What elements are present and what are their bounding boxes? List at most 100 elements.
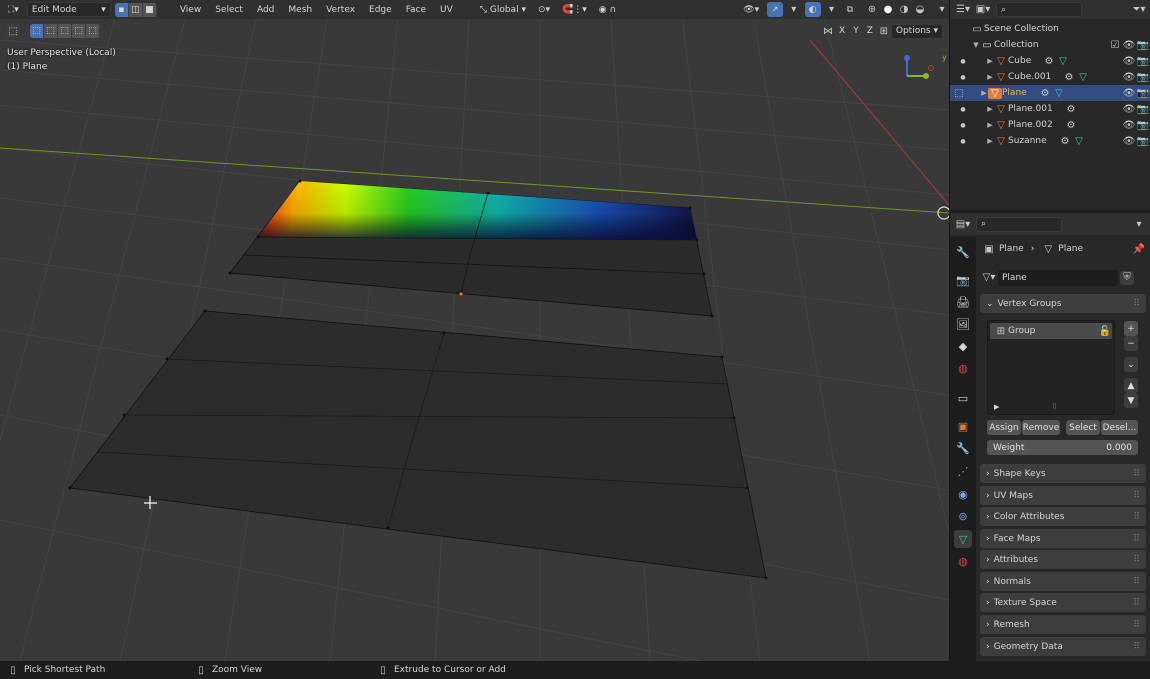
outliner-item-plane-002[interactable]: ● ▶ ▽ Plane.002 ⚙ 👁 📷 — [950, 117, 1150, 133]
subtract-selection-icon[interactable]: ⬚ — [58, 24, 72, 38]
outliner-item-plane[interactable]: ⬚ ▶ ▽ Plane ⚙ ▽ 👁 📷 — [950, 85, 1150, 101]
tool-tab-icon[interactable]: 🔧 — [954, 243, 972, 261]
geometry-data-panel-header[interactable]: › Geometry Data ⠿ — [980, 637, 1146, 656]
normals-panel-header[interactable]: › Normals ⠿ — [980, 572, 1146, 591]
eye-icon[interactable]: 👁 — [1122, 54, 1136, 68]
fake-user-icon[interactable]: ⛨ — [1120, 270, 1134, 285]
camera-icon[interactable]: 📷 — [1136, 54, 1150, 68]
vertex-groups-panel-header[interactable]: ⌄ Vertex Groups ⠿ — [980, 294, 1146, 313]
chevron-down-icon[interactable]: ▾ — [1132, 217, 1146, 231]
rendered-shading-icon[interactable]: ◒ — [913, 3, 927, 17]
chevron-down-icon[interactable]: ▾ — [825, 3, 839, 17]
editor-type-icon[interactable]: ☰▾ — [956, 3, 970, 17]
camera-icon[interactable]: 📷 — [1136, 70, 1150, 84]
viewport-canvas[interactable] — [0, 0, 949, 661]
outliner-item-cube-001[interactable]: ● ▶ ▽ Cube.001 ⚙ ▽ 👁 📷 — [950, 69, 1150, 85]
properties-search-input[interactable]: ⌕ — [976, 216, 1062, 232]
mode-dropdown[interactable]: Edit Mode ▾ — [26, 2, 111, 17]
upper-plane-mesh[interactable] — [228, 179, 714, 318]
texture-space-panel-header[interactable]: › Texture Space ⠿ — [980, 593, 1146, 612]
expand-arrow-icon[interactable]: ▶ — [994, 403, 999, 411]
editor-type-icon[interactable]: ▤▾ — [956, 217, 970, 231]
filter-icon[interactable]: ⏷▾ — [1132, 3, 1146, 17]
particles-tab-icon[interactable]: ⋰ — [954, 462, 972, 480]
move-up-button[interactable]: ▲ — [1124, 378, 1138, 393]
scene-collection-row[interactable]: ▭ Scene Collection — [950, 21, 1150, 37]
modifier-tab-icon[interactable]: 🔧 — [954, 439, 972, 457]
drag-handle-icon[interactable]: ⠿ — [1133, 299, 1140, 309]
proportional-edit-icon[interactable]: ◉ ∩ — [595, 2, 620, 17]
intersect-selection-icon[interactable]: ⬚ — [86, 24, 100, 38]
menu-select[interactable]: Select — [210, 2, 248, 17]
collection-tab-icon[interactable]: ▭ — [954, 389, 972, 407]
deselect-button[interactable]: Desel... — [1101, 420, 1138, 435]
snap-icon[interactable]: 🧲⋮▾ — [558, 2, 591, 17]
navigation-gizmo[interactable] — [904, 55, 934, 79]
resize-grip-icon[interactable]: ⠿ — [1052, 403, 1057, 411]
expand-arrow-icon[interactable]: ▶ — [986, 121, 994, 129]
eye-icon[interactable]: 👁 — [1122, 70, 1136, 84]
menu-vertex[interactable]: Vertex — [321, 2, 360, 17]
shape-keys-panel-header[interactable]: › Shape Keys ⠿ — [980, 464, 1146, 483]
camera-icon[interactable]: 📷 — [1136, 86, 1150, 100]
mirror-icon[interactable]: ⋈ — [821, 24, 835, 38]
expand-arrow-icon[interactable]: ▶ — [986, 105, 994, 113]
extend-selection-icon[interactable]: ⬚ — [44, 24, 58, 38]
assign-button[interactable]: Assign — [987, 420, 1021, 435]
expand-arrow-icon[interactable]: ▶ — [986, 57, 994, 65]
visibility-icon[interactable]: 👁▾ — [739, 2, 763, 17]
edge-select-icon[interactable]: ◫ — [128, 2, 143, 17]
xray-icon[interactable]: ⧉ — [843, 2, 857, 17]
face-select-icon[interactable]: ■ — [142, 2, 157, 17]
eye-icon[interactable]: 👁 — [1122, 38, 1136, 52]
menu-mesh[interactable]: Mesh — [283, 2, 317, 17]
checkbox-icon[interactable]: ☑ — [1108, 38, 1122, 52]
vertex-select-icon[interactable]: ▪ — [114, 2, 129, 17]
move-down-button[interactable]: ▼ — [1124, 393, 1138, 408]
pin-icon[interactable]: 📌 — [1132, 242, 1146, 256]
menu-uv[interactable]: UV — [435, 2, 458, 17]
specials-menu-button[interactable]: ⌄ — [1124, 357, 1138, 372]
select-box-tool-icon[interactable]: ⬚ — [6, 24, 20, 38]
outliner-item-plane-001[interactable]: ● ▶ ▽ Plane.001 ⚙ 👁 📷 — [950, 101, 1150, 117]
world-tab-icon[interactable]: ◍ — [954, 359, 972, 377]
edit-mode-icon[interactable]: ⬚ — [952, 86, 966, 100]
axis-x-toggle[interactable]: X — [835, 24, 849, 39]
vertex-group-item[interactable]: ⊞ Group 🔓 — [990, 323, 1112, 339]
eye-icon[interactable]: 👁 — [1122, 118, 1136, 132]
lower-plane-mesh[interactable] — [68, 309, 768, 580]
weight-slider[interactable]: Weight 0.000 — [987, 440, 1138, 455]
drag-handle-icon[interactable]: ⠿ — [1133, 534, 1140, 544]
drag-handle-icon[interactable]: ⠿ — [1133, 598, 1140, 608]
menu-add[interactable]: Add — [252, 2, 279, 17]
display-mode-icon[interactable]: ▣▾ — [976, 3, 990, 17]
drag-handle-icon[interactable]: ⠿ — [1133, 469, 1140, 479]
output-tab-icon[interactable]: 🖨 — [954, 293, 972, 311]
material-tab-icon[interactable]: ◍ — [954, 552, 972, 570]
lock-icon[interactable]: 🔓 — [1098, 324, 1112, 338]
mesh-browse-icon[interactable]: ▽▾ — [982, 271, 996, 285]
drag-handle-icon[interactable]: ⠿ — [1133, 512, 1140, 522]
menu-view[interactable]: View — [175, 2, 206, 17]
eye-icon[interactable]: 👁 — [1122, 134, 1136, 148]
collection-row[interactable]: ▼ ▭ Collection ☑ 👁 📷 — [950, 37, 1150, 53]
drag-handle-icon[interactable]: ⠿ — [1133, 620, 1140, 630]
gizmo-toggle-icon[interactable]: ↗ — [767, 2, 783, 17]
uv-maps-panel-header[interactable]: › UV Maps ⠿ — [980, 486, 1146, 505]
vertex-group-list[interactable]: ⊞ Group 🔓 ▶ ⠿ — [987, 320, 1115, 415]
axis-z-toggle[interactable]: Z — [863, 24, 877, 39]
object-tab-icon[interactable]: ▣ — [954, 417, 972, 435]
drag-handle-icon[interactable]: ⠿ — [1133, 642, 1140, 652]
camera-icon[interactable]: 📷 — [1136, 134, 1150, 148]
physics-tab-icon[interactable]: ◉ — [954, 485, 972, 503]
attributes-panel-header[interactable]: › Attributes ⠿ — [980, 550, 1146, 569]
outliner-item-suzanne[interactable]: ● ▶ ▽ Suzanne ⚙ ▽ 👁 📷 — [950, 133, 1150, 149]
mesh-name-field[interactable]: Plane — [998, 269, 1118, 286]
chevron-down-icon[interactable]: ▾ — [787, 3, 801, 17]
color-attributes-panel-header[interactable]: › Color Attributes ⠿ — [980, 507, 1146, 526]
chevron-down-icon[interactable]: ▾ — [935, 3, 949, 17]
pivot-point-icon[interactable]: ⊙▾ — [534, 2, 554, 17]
editor-type-icon[interactable]: ⛶▾ — [4, 2, 23, 17]
remove-vertex-group-button[interactable]: − — [1124, 336, 1138, 351]
transform-orientation-dropdown[interactable]: ⤡ Global ▾ — [476, 2, 530, 17]
